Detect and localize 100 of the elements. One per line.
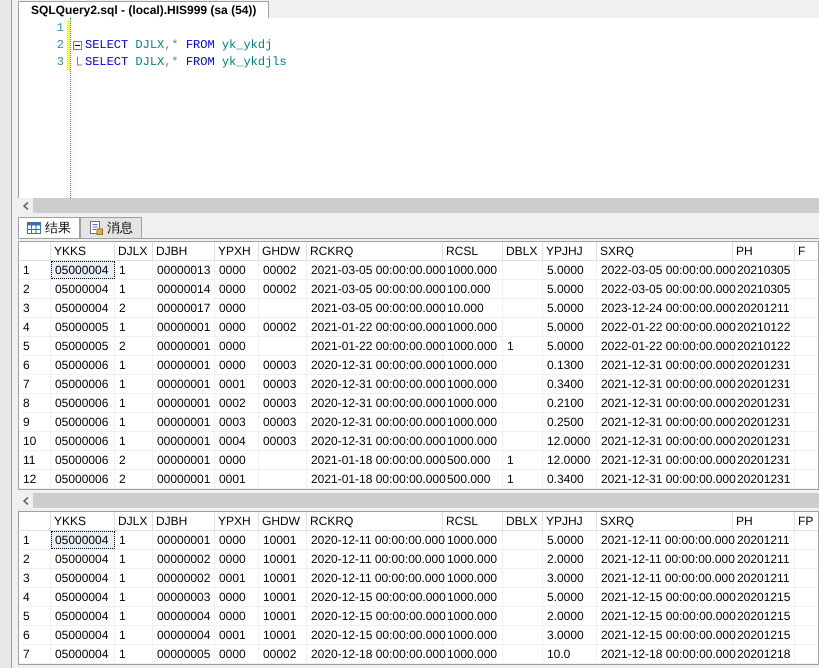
table-cell-text: 500.000: [446, 471, 492, 488]
row-number: 10: [22, 433, 38, 450]
table-cell-text: 00000001: [156, 471, 212, 488]
column-header[interactable]: GHDW: [262, 242, 300, 260]
table-cell-text: 2023-12-24 00:00:00.000: [600, 300, 737, 317]
table-cell-text: 2020-12-15 00:00:00.000: [310, 589, 447, 606]
column-header[interactable]: YPJHJ: [546, 242, 583, 260]
row-number: 3: [22, 300, 31, 317]
column-header[interactable]: PH: [736, 512, 753, 530]
table-cell-text: 0.3400: [546, 376, 585, 393]
table-cell-text: 2020-12-11 00:00:00.000: [310, 570, 446, 587]
table-cell-text: 0004: [218, 433, 247, 450]
line-number: 1: [56, 20, 64, 37]
table-cell-text: 1000.000: [446, 646, 498, 663]
column-header[interactable]: DJLX: [118, 512, 148, 530]
column-header[interactable]: DJLX: [118, 242, 148, 260]
table-cell-text: 0002: [218, 395, 247, 412]
table-cell-text: 0000: [218, 281, 247, 298]
horizontal-scrollbar[interactable]: [18, 493, 819, 508]
table-cell-text: 2.0000: [546, 608, 585, 625]
scroll-left-icon[interactable]: [22, 496, 28, 504]
table-cell-text: 00003: [262, 433, 298, 450]
change-bar: [67, 20, 70, 71]
table-cell-text: 2: [118, 452, 127, 469]
table-cell-text: 1000.000: [446, 262, 498, 279]
row-number: 9: [22, 414, 31, 431]
column-header[interactable]: YPXH: [218, 512, 251, 530]
table-cell-text: 12.0000: [546, 433, 592, 450]
table-cell-text: 0001: [218, 376, 247, 393]
table-cell-text: 1: [506, 338, 515, 355]
table-cell-text: 05000006: [54, 414, 110, 431]
table-cell-text: 05000004: [54, 551, 110, 568]
table-cell-text: 00002: [262, 646, 298, 663]
table-cell-text: 20201231: [736, 357, 792, 374]
column-header[interactable]: DJBH: [156, 512, 188, 530]
scroll-left-icon[interactable]: [22, 202, 28, 210]
table-cell-text: 05000006: [54, 357, 110, 374]
column-header[interactable]: F: [798, 242, 806, 260]
table-cell-text: 2021-12-18 00:00:00.000: [600, 646, 737, 663]
code-editor[interactable]: 1 2 3 SELECT DJLX,* FROM yk_ykdj SELECT DJLX,* FROM yk_ykdjls: [18, 18, 819, 198]
table-cell-text: 10.0: [546, 646, 572, 663]
table-cell-text: 10001: [262, 608, 298, 625]
table-cell-text: 0.2100: [546, 395, 585, 412]
table-cell-text: 5.0000: [546, 532, 585, 549]
column-header[interactable]: RCKRQ: [310, 242, 354, 260]
column-header[interactable]: RCKRQ: [310, 512, 354, 530]
table-cell-text: 0000: [218, 338, 247, 355]
result-tab[interactable]: 结果: [18, 217, 80, 238]
table-cell-text: 5.0000: [546, 589, 585, 606]
table-cell-text: 2: [118, 338, 127, 355]
column-header[interactable]: SXRQ: [600, 512, 634, 530]
table-cell-text: 2021-12-15 00:00:00.000: [600, 608, 737, 625]
table-cell-text: 10001: [262, 551, 298, 568]
column-header[interactable]: SXRQ: [600, 242, 634, 260]
table-cell-text: 05000004: [54, 262, 110, 279]
column-header[interactable]: YPJHJ: [546, 512, 583, 530]
column-header[interactable]: DBLX: [506, 242, 538, 260]
table-cell-text: 2: [118, 300, 127, 317]
column-header[interactable]: YPXH: [218, 242, 251, 260]
table-cell-text: 500.000: [446, 452, 492, 469]
table-cell-text: 2020-12-31 00:00:00.000: [310, 433, 447, 450]
table-cell-text: 2021-12-11 00:00:00.000: [600, 532, 736, 549]
table-cell-text: 00000001: [156, 532, 212, 549]
table-cell-text: 1000.000: [446, 608, 498, 625]
row-number: 5: [22, 338, 31, 355]
column-header[interactable]: RCSL: [446, 512, 478, 530]
table-cell-text: 20201211: [736, 570, 790, 587]
collapse-icon[interactable]: [73, 41, 82, 50]
table-cell-text: 2021-03-05 00:00:00.000: [310, 281, 447, 298]
table-cell-text: 0000: [218, 262, 247, 279]
column-header[interactable]: YKKS: [54, 512, 86, 530]
table-cell-text: 20201211: [736, 551, 790, 568]
table-cell-text: 20201218: [736, 646, 792, 663]
table-cell-text: 0.2500: [546, 414, 585, 431]
result-tab[interactable]: 消息: [80, 217, 142, 238]
table-cell-text: 10.000: [446, 300, 485, 317]
horizontal-scrollbar[interactable]: [18, 198, 819, 213]
column-header[interactable]: DBLX: [506, 512, 538, 530]
table-cell-text: 3.0000: [546, 627, 585, 644]
line-number: 3: [56, 54, 64, 71]
table-cell-text: 2021-01-18 00:00:00.000: [310, 471, 447, 488]
table-cell-text: 1000.000: [446, 357, 498, 374]
table-cell-text: 0000: [218, 319, 247, 336]
column-header[interactable]: PH: [736, 242, 753, 260]
document-tab[interactable]: SQLQuery2.sql - (local).HIS999 (sa (54)): [18, 1, 270, 18]
table-cell-text: 10001: [262, 589, 298, 606]
table-cell-text: 2020-12-31 00:00:00.000: [310, 414, 447, 431]
table-cell-text: 2020-12-31 00:00:00.000: [310, 395, 447, 412]
table-cell-text: 20201231: [736, 395, 792, 412]
column-header[interactable]: RCSL: [446, 242, 478, 260]
table-cell-text: 00000001: [156, 376, 212, 393]
column-header[interactable]: GHDW: [262, 512, 300, 530]
column-header[interactable]: DJBH: [156, 242, 188, 260]
table-cell-text: 1: [118, 262, 127, 279]
column-header[interactable]: FP: [798, 512, 814, 530]
column-header[interactable]: YKKS: [54, 242, 86, 260]
table-cell-text: 2020-12-11 00:00:00.000: [310, 532, 446, 549]
table-cell-text: 2022-03-05 00:00:00.000: [600, 262, 737, 279]
table-cell-text: 0.3400: [546, 471, 585, 488]
table-cell-text: 10001: [262, 570, 298, 587]
